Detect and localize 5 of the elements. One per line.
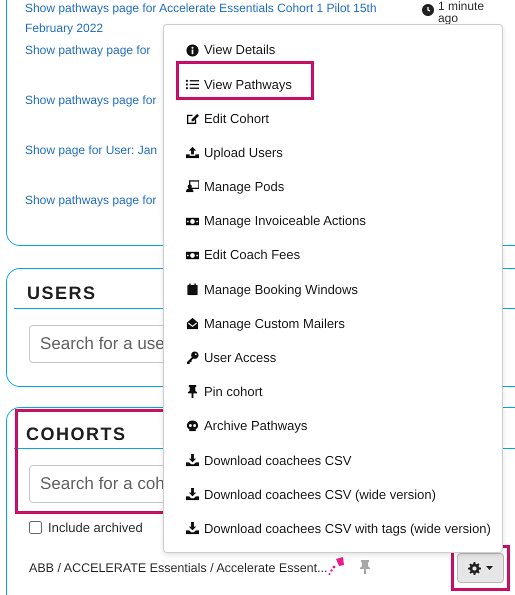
time-text: 1 minute [438, 0, 484, 12]
time-text: ago [438, 12, 460, 24]
section-heading: USERS [27, 282, 97, 305]
section-heading: COHORTS [26, 423, 126, 446]
checkbox-label: Include archived [48, 519, 143, 537]
